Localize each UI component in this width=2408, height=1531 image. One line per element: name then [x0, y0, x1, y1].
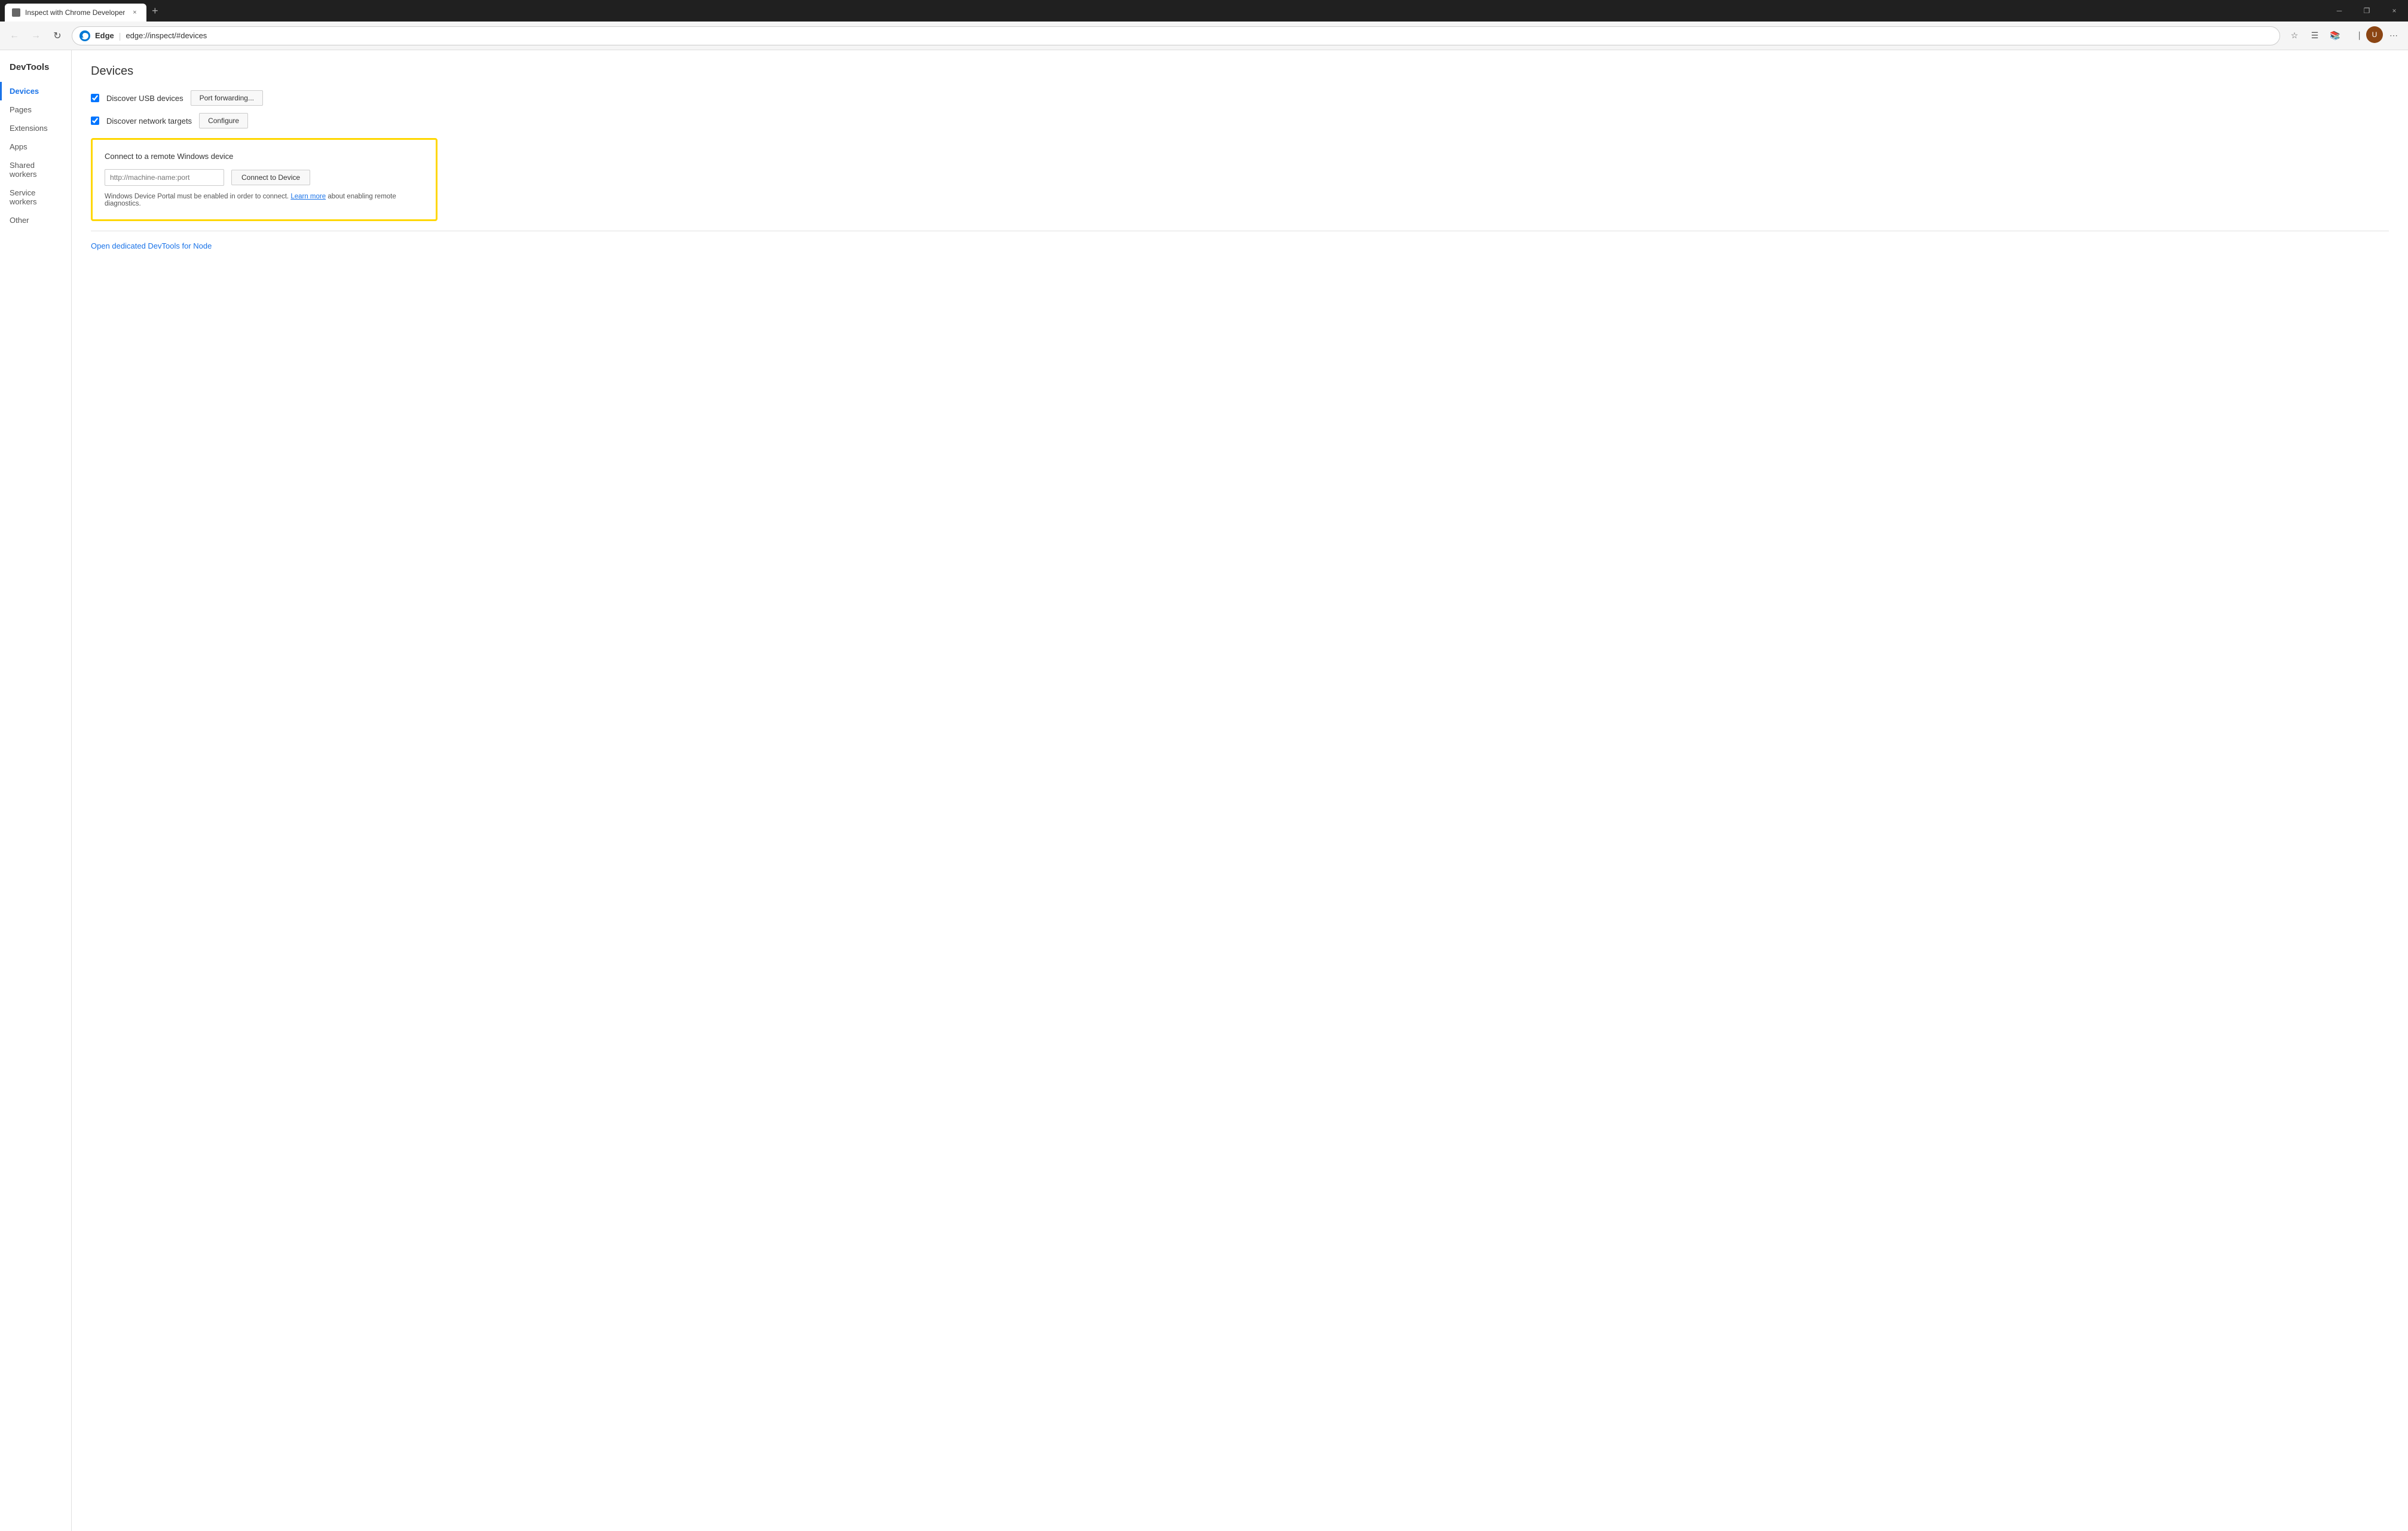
discover-network-label: Discover network targets: [106, 117, 192, 125]
sidebar-item-extensions[interactable]: Extensions: [0, 119, 71, 137]
discover-usb-checkbox[interactable]: [91, 94, 99, 102]
sidebar-item-apps[interactable]: Apps: [0, 137, 71, 156]
address-separator: |: [119, 31, 121, 41]
port-forwarding-button[interactable]: Port forwarding...: [191, 90, 263, 106]
new-tab-button[interactable]: +: [146, 2, 163, 19]
back-button[interactable]: ←: [5, 26, 24, 45]
device-address-input[interactable]: [105, 169, 224, 186]
sidebar-item-shared-workers[interactable]: Shared workers: [0, 156, 71, 183]
discover-usb-label: Discover USB devices: [106, 94, 183, 103]
discover-usb-row: Discover USB devices Port forwarding...: [91, 90, 2389, 106]
forward-button[interactable]: →: [26, 26, 45, 45]
discover-network-row: Discover network targets Configure: [91, 113, 2389, 128]
sidebar-item-devices[interactable]: Devices: [0, 82, 71, 100]
sidebar-item-other[interactable]: Other: [0, 211, 71, 229]
main-content: Devices Discover USB devices Port forwar…: [72, 50, 2408, 1531]
immersive-reader-button[interactable]: 📚: [2326, 26, 2345, 45]
page-title: Devices: [91, 65, 2389, 78]
collections-button[interactable]: ☰: [2305, 26, 2324, 45]
browser-brand: Edge: [95, 31, 114, 40]
connect-to-device-button[interactable]: Connect to Device: [231, 170, 310, 185]
minimize-button[interactable]: ─: [2326, 0, 2353, 22]
split-screen-button[interactable]: ⎹: [2346, 26, 2365, 45]
app-container: DevTools Devices Pages Extensions Apps S…: [0, 50, 2408, 1531]
tab-title: Inspect with Chrome Developer: [25, 8, 125, 17]
tab-favicon: [12, 8, 20, 17]
devtools-logo: DevTools: [0, 55, 71, 82]
connect-input-row: Connect to Device: [105, 169, 424, 186]
browser-tab[interactable]: Inspect with Chrome Developer ×: [5, 4, 146, 22]
tab-close-button[interactable]: ×: [130, 8, 139, 17]
address-url: edge://inspect/#devices: [126, 31, 2272, 40]
address-bar[interactable]: Edge | edge://inspect/#devices: [72, 26, 2280, 45]
maximize-button[interactable]: ❐: [2353, 0, 2381, 22]
configure-button[interactable]: Configure: [199, 113, 248, 128]
profile-icon[interactable]: U: [2366, 26, 2383, 43]
refresh-button[interactable]: ↻: [48, 26, 67, 45]
window-close-button[interactable]: ×: [2381, 0, 2408, 22]
toolbar-actions: ☆ ☰ 📚 ⎹ U ⋯: [2285, 26, 2403, 45]
menu-button[interactable]: ⋯: [2384, 26, 2403, 45]
discover-network-checkbox[interactable]: [91, 117, 99, 125]
connect-section-title: Connect to a remote Windows device: [105, 152, 424, 161]
window-controls: ─ ❐ ×: [2326, 0, 2408, 22]
edge-logo-icon: [79, 30, 90, 41]
devtools-sidebar: DevTools Devices Pages Extensions Apps S…: [0, 50, 72, 1531]
favorites-button[interactable]: ☆: [2285, 26, 2304, 45]
toolbar: ← → ↻ Edge | edge://inspect/#devices ☆ ☰…: [0, 22, 2408, 50]
connect-help-text: Windows Device Portal must be enabled in…: [105, 193, 424, 207]
open-devtools-node-link[interactable]: Open dedicated DevTools for Node: [91, 241, 212, 250]
connect-to-device-box: Connect to a remote Windows device Conne…: [91, 138, 437, 221]
sidebar-item-pages[interactable]: Pages: [0, 100, 71, 119]
titlebar: Inspect with Chrome Developer × + ─ ❐ ×: [0, 0, 2408, 22]
sidebar-item-service-workers[interactable]: Service workers: [0, 183, 71, 211]
learn-more-link[interactable]: Learn more: [290, 193, 326, 200]
